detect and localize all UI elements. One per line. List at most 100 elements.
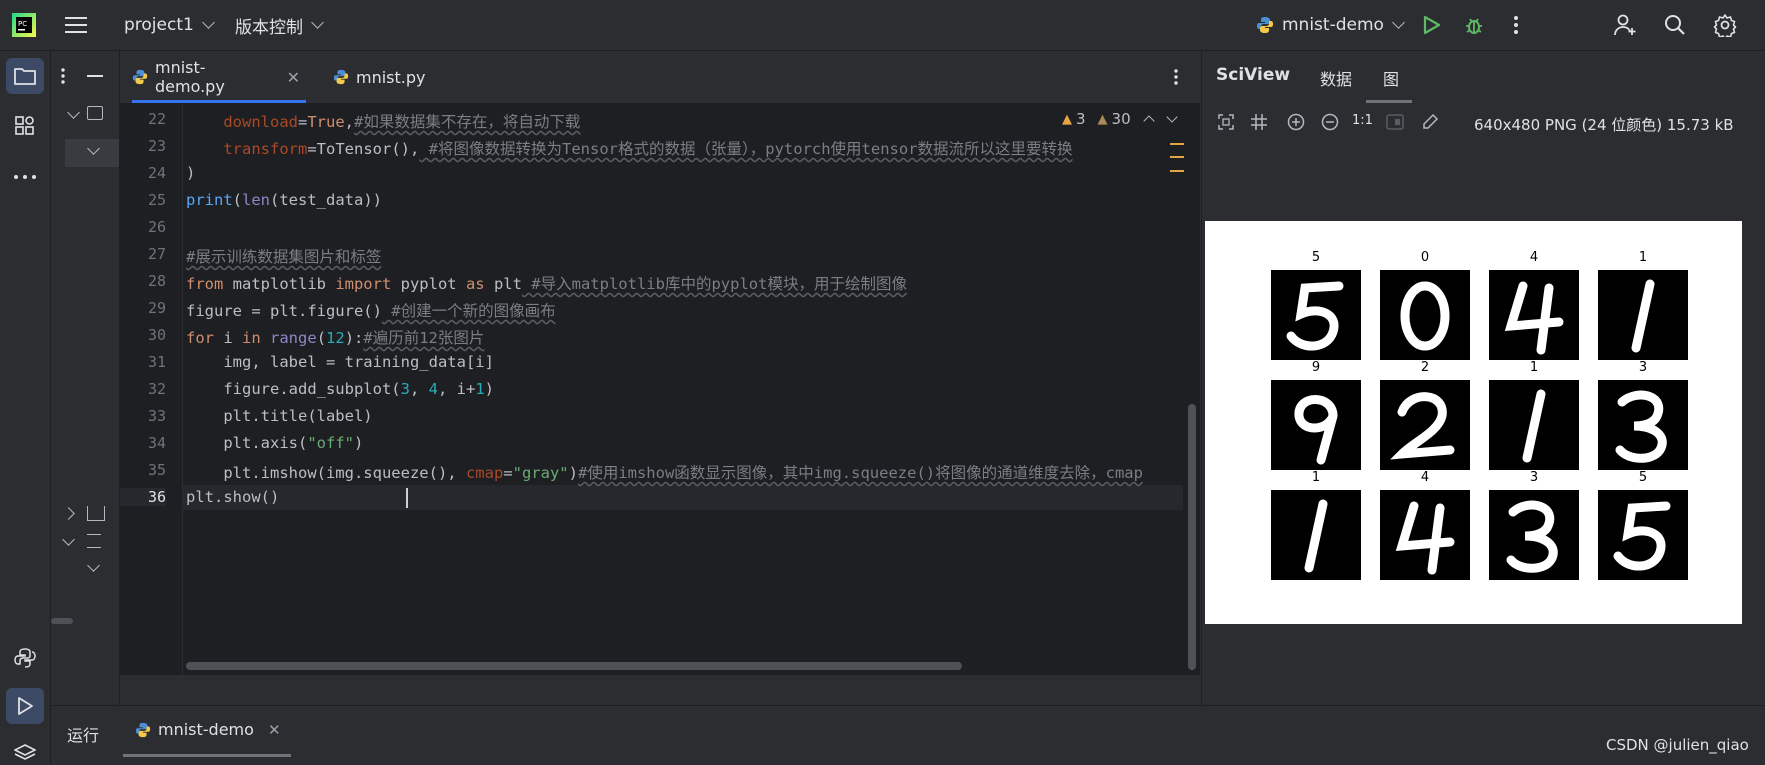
color-picker-icon[interactable] xyxy=(1420,112,1440,132)
grid-icon[interactable] xyxy=(1249,112,1269,132)
run-tool-window-header: 运行 mnist-demo ✕ CSDN @julien_qiao xyxy=(51,705,1765,765)
fit-icon[interactable] xyxy=(1216,112,1236,132)
tab-mnist[interactable]: mnist.py xyxy=(333,51,443,103)
tab-mnist-demo[interactable]: mnist-demo.py ✕ xyxy=(132,51,306,103)
code-line: #展示训练数据集图片和标签 xyxy=(186,248,382,266)
tree-chevron-icon[interactable] xyxy=(62,533,75,546)
code-line: img, label = training_data[i] xyxy=(186,353,494,371)
line-number: 32 xyxy=(147,380,166,398)
digit-image xyxy=(1598,490,1688,580)
digit-image xyxy=(1489,270,1579,360)
chevron-down-icon xyxy=(201,16,215,29)
run-tool-icon[interactable] xyxy=(6,688,44,724)
search-icon[interactable] xyxy=(1662,12,1688,38)
code-editor[interactable]: 22 23 24 25 26 27 28 29 30 31 32 33 34 3… xyxy=(120,104,1200,675)
project-selector[interactable]: project1 xyxy=(124,0,215,50)
tree-chevron-icon[interactable] xyxy=(87,559,100,572)
line-number-gutter: 22 23 24 25 26 27 28 29 30 31 32 33 34 3… xyxy=(120,104,183,675)
run-config-selector[interactable]: mnist-demo xyxy=(1256,0,1405,50)
active-tab-indicator xyxy=(123,754,291,757)
more-vert-icon[interactable] xyxy=(1168,66,1184,88)
vcs-menu[interactable]: 版本控制 xyxy=(235,0,324,50)
tree-chevron-icon[interactable] xyxy=(67,106,80,119)
line-number: 31 xyxy=(147,353,166,371)
folder-icon[interactable] xyxy=(6,58,44,94)
python-icon xyxy=(1256,16,1274,34)
digit-image xyxy=(1380,270,1470,360)
run-icon[interactable] xyxy=(1420,13,1444,37)
tab-data[interactable]: 数据 xyxy=(1320,66,1352,90)
zoom-out-icon[interactable] xyxy=(1320,112,1340,132)
digit-image xyxy=(1380,380,1470,470)
layers-icon[interactable] xyxy=(13,742,37,764)
sciview-panel: SciView 数据 图 1:1 640x480 PNG (24 位颜色) 15… xyxy=(1201,51,1765,705)
text-cursor xyxy=(406,488,408,508)
digit-image xyxy=(1271,490,1361,580)
warnings-count: 3 xyxy=(1076,110,1086,128)
tab-label: mnist.py xyxy=(356,67,426,87)
close-icon[interactable]: ✕ xyxy=(287,68,300,87)
structure-icon[interactable] xyxy=(13,114,37,138)
subplot-title: 0 xyxy=(1420,250,1430,265)
actual-size-button[interactable]: 1:1 xyxy=(1352,113,1373,128)
code-line-current: plt.show() xyxy=(186,488,280,506)
weak-warnings-count: 30 xyxy=(1111,110,1131,128)
add-user-icon[interactable] xyxy=(1612,12,1638,38)
python-console-icon[interactable] xyxy=(12,645,38,671)
subplot-title: 1 xyxy=(1529,360,1539,375)
settings-icon[interactable] xyxy=(1712,12,1738,38)
close-icon[interactable]: ✕ xyxy=(268,721,281,739)
line-number: 30 xyxy=(147,326,166,344)
external-libraries-icon xyxy=(87,506,105,521)
more-horiz-icon[interactable] xyxy=(13,165,37,189)
tab-label: mnist-demo.py xyxy=(155,58,225,96)
line-number: 26 xyxy=(147,218,166,236)
digit-image xyxy=(1598,270,1688,360)
subplot-title: 4 xyxy=(1420,470,1430,485)
prev-highlight-icon[interactable] xyxy=(1142,115,1155,127)
line-number: 24 xyxy=(147,164,166,182)
inspection-widget[interactable]: ▲ 3 ▲ 30 xyxy=(1062,108,1178,130)
code-line: ) xyxy=(186,164,196,182)
line-number: 28 xyxy=(147,272,166,290)
error-stripe-mark[interactable] xyxy=(1170,156,1184,158)
app-logo-icon: PC xyxy=(12,13,36,37)
more-vert-icon[interactable] xyxy=(57,65,69,87)
scrollbar-vertical[interactable] xyxy=(1188,404,1196,670)
subplot-title: 9 xyxy=(1311,360,1321,375)
hamburger-menu-icon[interactable] xyxy=(64,13,88,37)
more-vert-icon[interactable] xyxy=(1504,13,1528,37)
svg-text:PC: PC xyxy=(18,20,27,28)
active-tab-indicator xyxy=(1366,100,1412,103)
scrollbar-horizontal[interactable] xyxy=(51,618,73,624)
subplot-title: 2 xyxy=(1420,360,1430,375)
code-line: transform=ToTensor(), #将图像数据转换为Tensor格式的… xyxy=(223,140,1073,158)
title-bar: PC project1 版本控制 mnist-demo xyxy=(0,0,1765,51)
next-highlight-icon[interactable] xyxy=(1165,111,1178,123)
python-icon xyxy=(333,69,349,85)
plot-image[interactable]: 5 0 4 1 9 2 1 3 1 4 3 5 xyxy=(1205,221,1742,624)
background-icon[interactable] xyxy=(1385,112,1405,132)
weak-warning-icon: ▲ xyxy=(1097,111,1108,127)
warning-icon: ▲ xyxy=(1062,111,1072,127)
line-number: 35 xyxy=(147,461,166,479)
debug-icon[interactable] xyxy=(1462,13,1486,37)
tab-sciview[interactable]: SciView xyxy=(1216,65,1290,85)
run-tab-mnist-demo[interactable]: mnist-demo ✕ xyxy=(135,720,281,739)
digit-image xyxy=(1598,380,1688,470)
error-stripe-mark[interactable] xyxy=(1170,170,1184,172)
scratches-icon xyxy=(87,534,101,548)
line-number-current: 36 xyxy=(120,488,166,506)
subplot-title: 1 xyxy=(1638,250,1648,265)
digit-image xyxy=(1489,490,1579,580)
error-stripe-mark[interactable] xyxy=(1170,143,1184,145)
tab-plots[interactable]: 图 xyxy=(1383,66,1399,90)
tree-chevron-icon[interactable] xyxy=(62,507,75,520)
watermark: CSDN @julien_qiao xyxy=(1606,736,1749,754)
code-line: for i in range(12):#遍历前12张图片 xyxy=(186,329,485,347)
minimize-icon[interactable] xyxy=(85,65,105,87)
zoom-in-icon[interactable] xyxy=(1286,112,1306,132)
scrollbar-horizontal[interactable] xyxy=(186,662,962,670)
left-tool-strip xyxy=(0,51,51,764)
vcs-label: 版本控制 xyxy=(235,17,303,38)
